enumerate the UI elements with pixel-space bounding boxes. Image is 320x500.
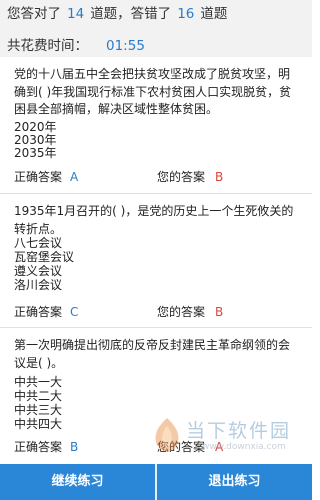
question-3-option-d: 中共四大 <box>14 417 63 431</box>
my-answer-value: B <box>215 305 224 319</box>
correct-answer-value: B <box>70 440 79 454</box>
watermark-logo-icon <box>155 418 179 452</box>
watermark-url: www.downxia.com <box>202 442 286 452</box>
time-spent: 共花费时间： 01:55 <box>7 36 145 56</box>
site-watermark: 当下软件园 www.downxia.com <box>150 412 310 462</box>
correct-count: 14 <box>67 6 85 22</box>
divider <box>0 327 312 328</box>
question-1-correct-answer: 正确答案 A <box>14 169 78 185</box>
question-1-my-answer: 您的答案 B <box>157 169 223 185</box>
wrong-count: 16 <box>177 6 195 22</box>
my-answer-label: 您的答案 <box>157 170 206 184</box>
correct-answer-value: A <box>70 170 79 184</box>
result-header: 您答对了 14 道题，答错了 16 道题 共花费时间： 01:55 <box>0 0 312 57</box>
score-prefix: 您答对了 <box>7 6 61 22</box>
time-value: 01:55 <box>106 38 145 54</box>
correct-answer-value: C <box>70 305 79 319</box>
continue-practice-button[interactable]: 继续练习 <box>0 464 155 500</box>
watermark-text: 当下软件园 <box>186 420 292 442</box>
question-3-text: 第一次明确提出彻底的反帝反封建民主革命纲领的会议是( )。 <box>14 338 291 370</box>
score-suffix: 道题 <box>200 6 228 22</box>
question-1-option-c: 2035年 <box>14 146 57 160</box>
question-2-correct-answer: 正确答案 C <box>14 304 78 320</box>
question-1-text: 党的十八届五中全会把扶贫攻坚改成了脱贫攻坚，明确到( )年我国现行标准下农村贫困… <box>14 67 292 116</box>
question-2-text: 1935年1月召开的( )，是党的历史上一个生死攸关的转折点。 <box>14 204 294 236</box>
score-mid: 道题，答错了 <box>90 6 172 22</box>
correct-answer-label: 正确答案 <box>14 170 63 184</box>
question-2-option-d: 洛川会议 <box>14 278 63 292</box>
correct-answer-label: 正确答案 <box>14 305 63 319</box>
divider <box>0 193 312 194</box>
question-3-correct-answer: 正确答案 B <box>14 439 78 455</box>
score-summary: 您答对了 14 道题，答错了 16 道题 <box>7 4 227 24</box>
exit-practice-button[interactable]: 退出练习 <box>157 464 312 500</box>
question-review-list[interactable]: 党的十八届五中全会把扶贫攻坚改成了脱贫攻坚，明确到( )年我国现行标准下农村贫困… <box>0 57 312 464</box>
my-answer-label: 您的答案 <box>157 305 206 319</box>
correct-answer-label: 正确答案 <box>14 440 63 454</box>
time-label: 共花费时间： <box>7 38 88 54</box>
question-2-my-answer: 您的答案 B <box>157 304 223 320</box>
my-answer-value: B <box>215 170 224 184</box>
